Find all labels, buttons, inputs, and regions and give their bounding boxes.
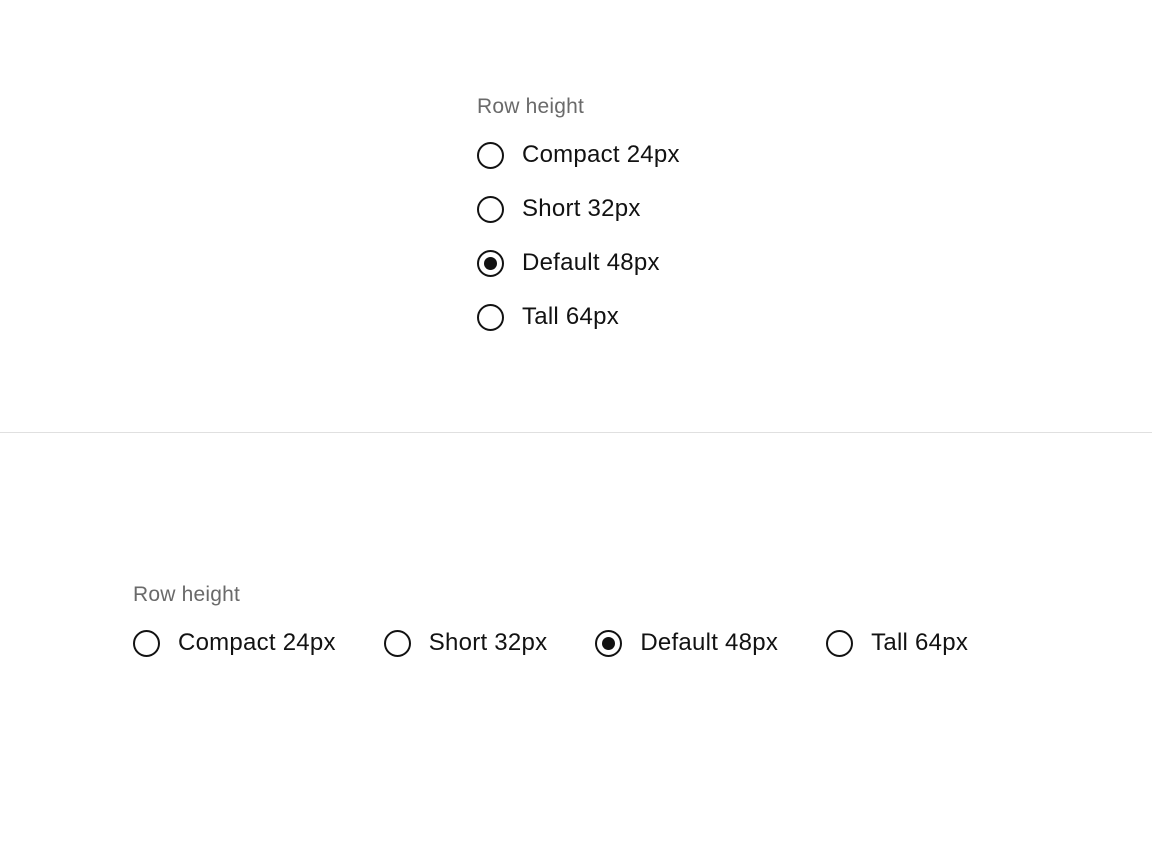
radio-group-horizontal-section: Row height Compact 24px Short 32px Defau… [133, 583, 968, 657]
radio-option-default[interactable]: Default 48px [595, 629, 778, 657]
radio-label: Tall 64px [522, 303, 619, 331]
radio-icon [826, 630, 853, 657]
radio-icon [477, 142, 504, 169]
radio-option-tall[interactable]: Tall 64px [477, 303, 680, 331]
radio-label: Compact 24px [178, 629, 336, 657]
group-label-horizontal: Row height [133, 583, 968, 607]
radio-icon [384, 630, 411, 657]
radio-label: Tall 64px [871, 629, 968, 657]
radio-option-short[interactable]: Short 32px [384, 629, 548, 657]
radio-option-compact[interactable]: Compact 24px [477, 141, 680, 169]
radio-icon [133, 630, 160, 657]
group-label-vertical: Row height [477, 95, 680, 119]
radio-group-vertical: Compact 24px Short 32px Default 48px Tal… [477, 141, 680, 331]
radio-label: Short 32px [429, 629, 548, 657]
radio-label: Compact 24px [522, 141, 680, 169]
radio-group-vertical-section: Row height Compact 24px Short 32px Defau… [477, 95, 680, 331]
radio-label: Default 48px [522, 249, 660, 277]
radio-icon [477, 250, 504, 277]
radio-label: Short 32px [522, 195, 641, 223]
radio-icon [477, 304, 504, 331]
radio-option-default[interactable]: Default 48px [477, 249, 680, 277]
radio-icon [595, 630, 622, 657]
radio-icon [477, 196, 504, 223]
section-divider [0, 432, 1152, 433]
radio-option-compact[interactable]: Compact 24px [133, 629, 336, 657]
radio-group-horizontal: Compact 24px Short 32px Default 48px Tal… [133, 629, 968, 657]
radio-label: Default 48px [640, 629, 778, 657]
radio-option-short[interactable]: Short 32px [477, 195, 680, 223]
radio-option-tall[interactable]: Tall 64px [826, 629, 968, 657]
